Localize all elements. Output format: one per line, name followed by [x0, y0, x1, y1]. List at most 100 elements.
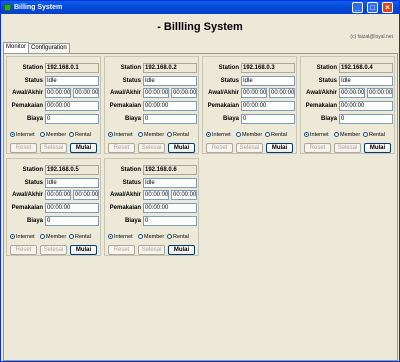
selesai-button[interactable]: Selesai [138, 245, 165, 255]
close-icon: × [385, 3, 390, 12]
akhir-field[interactable]: 00:00:00 [171, 190, 197, 200]
biaya-field[interactable]: 0 [241, 114, 295, 124]
pemakaian-field[interactable]: 00:00:00 [143, 203, 197, 213]
biaya-field[interactable]: 0 [143, 114, 197, 124]
biaya-field[interactable]: 0 [339, 114, 393, 124]
radio-internet-dot [304, 132, 309, 138]
awal-field[interactable]: 00:00:00 [143, 88, 169, 98]
mulai-button[interactable]: Mulai [266, 143, 293, 153]
biaya-field[interactable]: 0 [143, 216, 197, 226]
reset-button[interactable]: Reset [206, 143, 233, 153]
selesai-button[interactable]: Selesai [236, 143, 263, 153]
tab-monitor[interactable]: Monitor [3, 42, 30, 53]
selesai-button[interactable]: Selesai [334, 143, 361, 153]
radio-rental-dot [363, 132, 368, 138]
reset-button[interactable]: Reset [108, 245, 135, 255]
radio-internet[interactable]: Internet [304, 131, 329, 139]
awal-akhir-label: Awal/Akhir [110, 90, 141, 96]
awal-field[interactable]: 00:00:00 [143, 190, 169, 200]
radio-member-label: Member [242, 132, 263, 138]
radio-member[interactable]: Member [138, 131, 164, 139]
station-ip-field: 192.168.0.3 [241, 63, 295, 73]
akhir-field[interactable]: 00:00:00 [367, 88, 393, 98]
status-label: Status [122, 78, 141, 84]
biaya-field[interactable]: 0 [45, 114, 99, 124]
awal-akhir-label: Awal/Akhir [12, 192, 43, 198]
status-field[interactable]: Idle [339, 76, 393, 86]
minimize-button[interactable]: _ [352, 2, 363, 13]
pemakaian-field[interactable]: 00:00:00 [339, 101, 393, 111]
awal-field[interactable]: 00:00:00 [241, 88, 267, 98]
awal-field[interactable]: 00:00:00 [45, 190, 71, 200]
selesai-button[interactable]: Selesai [138, 143, 165, 153]
biaya-label: Biaya [222, 116, 239, 122]
tab-configuration[interactable]: Configuration [28, 43, 70, 53]
maximize-button[interactable]: □ [367, 2, 378, 13]
pemakaian-field[interactable]: 00:00:00 [241, 101, 295, 111]
station-ip-field: 192.168.0.1 [45, 63, 99, 73]
reset-button[interactable]: Reset [304, 143, 331, 153]
mulai-button[interactable]: Mulai [168, 143, 195, 153]
radio-member[interactable]: Member [40, 131, 66, 139]
akhir-field[interactable]: 00:00:00 [269, 88, 295, 98]
station-label: Station [218, 65, 239, 71]
radio-member-label: Member [144, 234, 165, 240]
mulai-button[interactable]: Mulai [70, 245, 97, 255]
radio-rental[interactable]: Rental [69, 233, 91, 241]
copyright-label: (c) faizal@loyal.net [350, 34, 393, 40]
awal-akhir-label: Awal/Akhir [208, 90, 239, 96]
awal-field[interactable]: 00:00:00 [45, 88, 71, 98]
pemakaian-label: Pemakaian [207, 103, 239, 109]
radio-member[interactable]: Member [138, 233, 164, 241]
mulai-button[interactable]: Mulai [70, 143, 97, 153]
station-panel-6: Station 192.168.0.6 Status Idle Awal/Akh… [104, 158, 199, 256]
mulai-button[interactable]: Mulai [168, 245, 195, 255]
reset-button[interactable]: Reset [10, 143, 37, 153]
radio-rental-dot [69, 132, 74, 138]
radio-internet-label: Internet [114, 234, 133, 240]
akhir-field[interactable]: 00:00:00 [73, 190, 99, 200]
radio-member[interactable]: Member [334, 131, 360, 139]
pemakaian-field[interactable]: 00:00:00 [143, 101, 197, 111]
status-field[interactable]: Idle [241, 76, 295, 86]
radio-internet[interactable]: Internet [206, 131, 231, 139]
radio-rental[interactable]: Rental [167, 233, 189, 241]
station-panel-3: Station 192.168.0.3 Status Idle Awal/Akh… [202, 56, 297, 154]
awal-field[interactable]: 00:00:00 [339, 88, 365, 98]
selesai-button[interactable]: Selesai [40, 245, 67, 255]
station-panel-2: Station 192.168.0.2 Status Idle Awal/Akh… [104, 56, 199, 154]
mulai-button[interactable]: Mulai [364, 143, 391, 153]
radio-internet[interactable]: Internet [10, 131, 35, 139]
station-panel-1: Station 192.168.0.1 Status Idle Awal/Akh… [6, 56, 101, 154]
status-label: Status [24, 78, 43, 84]
status-field[interactable]: Idle [143, 76, 197, 86]
pemakaian-field[interactable]: 00:00:00 [45, 203, 99, 213]
radio-rental[interactable]: Rental [363, 131, 385, 139]
status-field[interactable]: Idle [143, 178, 197, 188]
akhir-field[interactable]: 00:00:00 [73, 88, 99, 98]
radio-internet[interactable]: Internet [10, 233, 35, 241]
reset-button[interactable]: Reset [108, 143, 135, 153]
radio-member[interactable]: Member [236, 131, 262, 139]
reset-button[interactable]: Reset [10, 245, 37, 255]
radio-rental-label: Rental [271, 132, 287, 138]
biaya-field[interactable]: 0 [45, 216, 99, 226]
radio-rental[interactable]: Rental [265, 131, 287, 139]
title-bar[interactable]: Billing System _ □ × [1, 1, 399, 14]
radio-member-dot [40, 132, 45, 138]
radio-member[interactable]: Member [40, 233, 66, 241]
status-field[interactable]: Idle [45, 76, 99, 86]
radio-rental[interactable]: Rental [69, 131, 91, 139]
radio-internet[interactable]: Internet [108, 233, 133, 241]
status-field[interactable]: Idle [45, 178, 99, 188]
radio-rental[interactable]: Rental [167, 131, 189, 139]
selesai-button[interactable]: Selesai [40, 143, 67, 153]
radio-rental-dot [167, 234, 172, 240]
akhir-field[interactable]: 00:00:00 [171, 88, 197, 98]
close-button[interactable]: × [382, 2, 393, 13]
status-label: Status [220, 78, 239, 84]
radio-member-dot [236, 132, 241, 138]
radio-internet[interactable]: Internet [108, 131, 133, 139]
station-panel-4: Station 192.168.0.4 Status Idle Awal/Akh… [300, 56, 395, 154]
pemakaian-field[interactable]: 00:00:00 [45, 101, 99, 111]
